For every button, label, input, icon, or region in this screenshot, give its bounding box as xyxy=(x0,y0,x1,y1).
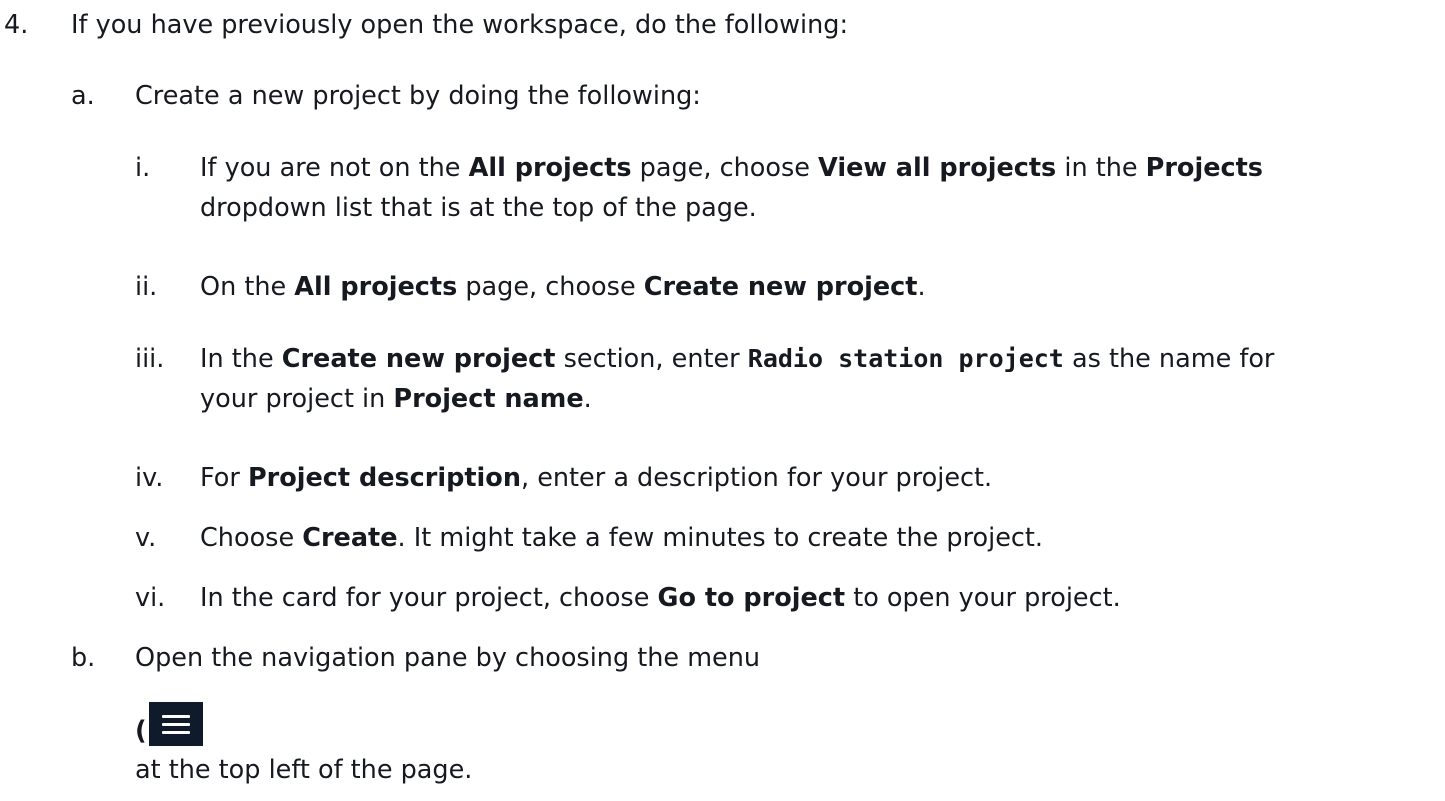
ui-term: All projects xyxy=(294,272,458,302)
text: section, enter xyxy=(555,344,748,374)
ui-term: Projects xyxy=(1145,153,1263,183)
text: If you are not on the xyxy=(200,153,469,183)
substep-b-after: at the top left of the page. xyxy=(135,755,473,785)
item-ii-text: On the All projects page, choose Create … xyxy=(200,269,926,305)
text: . xyxy=(583,384,592,414)
item-iii-number: iii. xyxy=(135,344,165,374)
text: page, choose xyxy=(457,272,644,302)
item-ii-number: ii. xyxy=(135,272,158,302)
text: . It might take a few minutes to create … xyxy=(397,523,1044,553)
text: In the card for your project, choose xyxy=(200,583,658,613)
text: to open your project. xyxy=(845,583,1121,613)
item-iii-line1: In the Create new project section, enter… xyxy=(200,341,1274,377)
ui-term: Create new project xyxy=(281,344,556,374)
step-number: 4. xyxy=(4,10,29,40)
hamburger-menu-icon xyxy=(149,702,203,746)
substep-a-number: a. xyxy=(71,81,95,111)
text: page, choose xyxy=(631,153,819,183)
item-v-number: v. xyxy=(135,523,157,553)
ui-term: Go to project xyxy=(657,583,846,613)
text: , enter a description for your project. xyxy=(520,463,993,493)
item-iv-number: iv. xyxy=(135,463,164,493)
ui-term: All projects xyxy=(468,153,632,183)
text: your project in xyxy=(200,384,394,414)
text: For xyxy=(200,463,248,493)
text: In the xyxy=(200,344,282,374)
text: . xyxy=(917,272,926,302)
text: as the name for xyxy=(1063,344,1275,374)
substep-b-text: Open the navigation pane by choosing the… xyxy=(135,643,761,673)
code-literal: Radio station project xyxy=(747,344,1064,373)
ui-term: Create new project xyxy=(643,272,918,302)
item-i-line1: If you are not on the All projects page,… xyxy=(200,150,1263,186)
ui-term: Create xyxy=(302,523,398,553)
item-iv-text: For Project description, enter a descrip… xyxy=(200,460,992,496)
ui-term: View all projects xyxy=(818,153,1057,183)
substep-a-text: Create a new project by doing the follow… xyxy=(135,81,701,111)
substep-b-number: b. xyxy=(71,643,96,673)
item-vi-text: In the card for your project, choose Go … xyxy=(200,580,1121,616)
text: in the xyxy=(1056,153,1146,183)
ui-term: Project name xyxy=(393,384,584,414)
item-iii-line2: your project in Project name. xyxy=(200,381,592,417)
open-paren: ( xyxy=(135,716,147,746)
step-text: If you have previously open the workspac… xyxy=(71,10,849,40)
item-i-number: i. xyxy=(135,153,151,183)
ui-term: Project description xyxy=(247,463,521,493)
item-i-line2: dropdown list that is at the top of the … xyxy=(200,193,757,223)
text: Choose xyxy=(200,523,303,553)
item-vi-number: vi. xyxy=(135,583,166,613)
text: On the xyxy=(200,272,295,302)
item-v-text: Choose Create. It might take a few minut… xyxy=(200,520,1043,556)
